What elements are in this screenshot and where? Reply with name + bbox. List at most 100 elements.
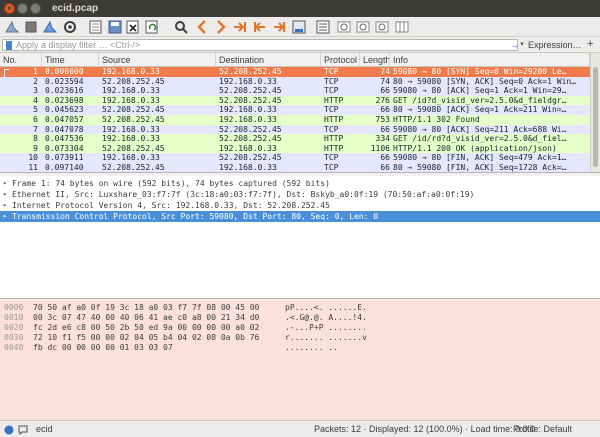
packet-row[interactable]: 7 0.047078 192.168.0.33 52.208.252.45 TCP 66 5… (0, 124, 590, 135)
filter-placeholder: Apply a display filter … <Ctrl-/> (16, 40, 141, 50)
restart-capture-button[interactable] (42, 19, 58, 35)
expand-arrow-icon[interactable]: ▸ (3, 189, 7, 200)
packet-row[interactable]: 8 0.047536 192.168.0.33 52.208.252.45 HTTP 33… (0, 134, 590, 144)
packet-cell-dst: 192.168.0.33 (219, 76, 277, 86)
packet-cell-dst: 192.168.0.33 (219, 114, 277, 124)
save-icon (108, 20, 122, 34)
packet-row[interactable]: 1 0.000000 192.168.0.33 52.208.252.45 TCP 74 5… (0, 67, 590, 77)
packet-cell-src: 192.168.0.33 (102, 153, 160, 163)
packet-cell-len: 74 (380, 67, 390, 76)
packet-details-pane: ▸ Frame 1: 74 bytes on wire (592 bits), … (0, 176, 600, 299)
filter-history-dropdown[interactable]: ▾ (518, 39, 526, 51)
packet-cell-src: 52.208.252.45 (102, 105, 165, 115)
capture-options-button[interactable] (62, 19, 78, 35)
normal-size-button[interactable] (374, 19, 390, 35)
packet-row[interactable]: 2 0.023594 52.208.252.45 192.168.0.33 TCP 74 8… (0, 76, 590, 87)
reload-icon (145, 20, 158, 34)
packet-row[interactable]: 6 0.047057 52.208.252.45 192.168.0.33 HTTP 75… (0, 114, 590, 125)
close-file-button[interactable] (125, 19, 141, 35)
colorize-button[interactable] (315, 19, 331, 35)
save-file-button[interactable] (107, 19, 123, 35)
packet-cell-len: 1106 (370, 143, 390, 153)
close-window-button[interactable]: × (4, 3, 15, 14)
first-packet-button[interactable] (252, 19, 268, 35)
stop-icon (25, 21, 37, 33)
column-header-time[interactable]: Time (42, 53, 99, 67)
zoom-out-button[interactable] (355, 19, 371, 35)
status-profile[interactable]: Profile: Default (513, 421, 572, 437)
packet-rows: 1 0.000000 192.168.0.33 52.208.252.45 TCP 74 5… (0, 67, 590, 172)
packet-cell-src: 192.168.0.33 (102, 86, 160, 96)
detail-row-ethernet[interactable]: ▸ Ethernet II, Src: Luxshare_03:f7:7f (3… (0, 189, 600, 200)
packet-cell-no: 5 (33, 105, 38, 115)
auto-scroll-button[interactable] (291, 19, 307, 35)
packet-cell-src: 192.168.0.33 (102, 95, 160, 105)
hex-ascii: .-...P+P ........ (285, 323, 367, 332)
column-header-info[interactable]: Info (390, 53, 590, 67)
packet-cell-dst: 52.208.252.45 (219, 95, 282, 105)
capture-comment-icon[interactable] (18, 424, 28, 436)
packet-cell-info: GET /id?d_visid_ver=2.5.0&d_fieldgr… (393, 95, 567, 105)
hex-offset: 0020 (4, 323, 24, 332)
zoom-in-icon (337, 21, 351, 33)
packet-cell-len: 66 (380, 153, 390, 163)
zoom-in-button[interactable] (336, 19, 352, 35)
go-to-packet-button[interactable] (232, 19, 248, 35)
detail-row-frame[interactable]: ▸ Frame 1: 74 bytes on wire (592 bits), … (0, 178, 600, 189)
start-capture-button[interactable] (4, 19, 20, 35)
expand-arrow-icon[interactable]: ▸ (3, 211, 7, 222)
last-packet-button[interactable] (271, 19, 287, 35)
display-filter-bar: Apply a display filter … <Ctrl-/> → ▾ Ex… (0, 37, 600, 53)
chevron-left-icon (197, 20, 206, 34)
hex-row[interactable]: 0040 fb dc 00 00 00 00 01 03 03 07 .....… (0, 343, 600, 353)
scrollbar-thumb[interactable] (593, 67, 598, 167)
hex-row[interactable]: 0000 70 50 af a0 0f 19 3c 18 a0 03 f7 7f… (0, 303, 600, 313)
minimize-window-button[interactable] (17, 3, 28, 14)
go-back-button[interactable] (194, 19, 210, 35)
column-header-destination[interactable]: Destination (216, 53, 321, 67)
packet-bytes-pane: 0000 70 50 af a0 0f 19 3c 18 a0 03 f7 7f… (0, 300, 600, 420)
packet-cell-no: 6 (33, 114, 38, 124)
column-header-source[interactable]: Source (99, 53, 216, 67)
packet-list-scrollbar[interactable] (590, 53, 600, 172)
expand-arrow-icon[interactable]: ▸ (3, 178, 7, 189)
column-header-length[interactable]: Length (360, 53, 390, 67)
main-toolbar (0, 17, 600, 37)
hex-row[interactable]: 0020 fc 2d e6 c8 00 50 2b 50 ed 9a 00 00… (0, 323, 600, 333)
column-header-protocol[interactable]: Protocol (321, 53, 360, 67)
maximize-window-button[interactable] (30, 3, 41, 14)
packet-cell-time: 0.047057 (45, 114, 84, 124)
packet-row[interactable]: 3 0.023616 192.168.0.33 52.208.252.45 TCP 66 5… (0, 86, 590, 96)
hex-row[interactable]: 0030 72 10 f1 f5 00 00 02 04 05 b4 04 02… (0, 333, 600, 343)
packet-cell-no: 9 (33, 143, 38, 153)
hex-row[interactable]: 0010 00 3c 07 47 40 00 40 06 41 ae c0 a8… (0, 313, 600, 323)
expand-arrow-icon[interactable]: ▸ (3, 200, 7, 211)
packet-cell-no: 7 (33, 124, 38, 134)
open-file-button[interactable] (88, 19, 104, 35)
packet-cell-dst: 52.208.252.45 (219, 134, 282, 144)
find-packet-button[interactable] (173, 19, 189, 35)
add-filter-button[interactable]: + (587, 38, 593, 51)
packet-row[interactable]: 4 0.023698 192.168.0.33 52.208.252.45 HTTP 27… (0, 95, 590, 106)
detail-row-tcp[interactable]: ▸ Transmission Control Protocol, Src Por… (0, 211, 600, 222)
display-filter-input[interactable]: Apply a display filter … <Ctrl-/> → (2, 39, 519, 51)
detail-text: Internet Protocol Version 4, Src: 192.16… (12, 201, 330, 210)
packet-list[interactable]: No. Time Source Destination Protocol Len… (0, 53, 600, 173)
packet-cell-time: 0.023616 (45, 86, 84, 96)
zoom-out-icon (356, 21, 370, 33)
bookmark-icon[interactable] (6, 41, 12, 50)
packet-row[interactable]: 9 0.073304 52.208.252.45 192.168.0.33 HTTP 11… (0, 143, 590, 154)
reload-file-button[interactable] (144, 19, 160, 35)
packet-cell-info: 59080 → 80 [ACK] Seq=1 Ack=1 Win=29… (393, 86, 567, 96)
packet-row[interactable]: 11 0.097140 52.208.252.45 192.168.0.33 TCP 66… (0, 162, 590, 172)
stop-capture-button[interactable] (23, 19, 39, 35)
go-forward-button[interactable] (213, 19, 229, 35)
resize-columns-button[interactable] (394, 19, 410, 35)
expression-button[interactable]: Expression… (528, 39, 582, 51)
packet-row[interactable]: 10 0.073911 192.168.0.33 52.208.252.45 TCP 66… (0, 153, 590, 163)
packet-row[interactable]: 5 0.045623 52.208.252.45 192.168.0.33 TCP 66 8… (0, 105, 590, 115)
chevron-right-icon (217, 20, 226, 34)
detail-row-ipv4[interactable]: ▸ Internet Protocol Version 4, Src: 192.… (0, 200, 600, 211)
column-header-no[interactable]: No. (0, 53, 42, 67)
expert-info-icon[interactable] (4, 424, 14, 435)
